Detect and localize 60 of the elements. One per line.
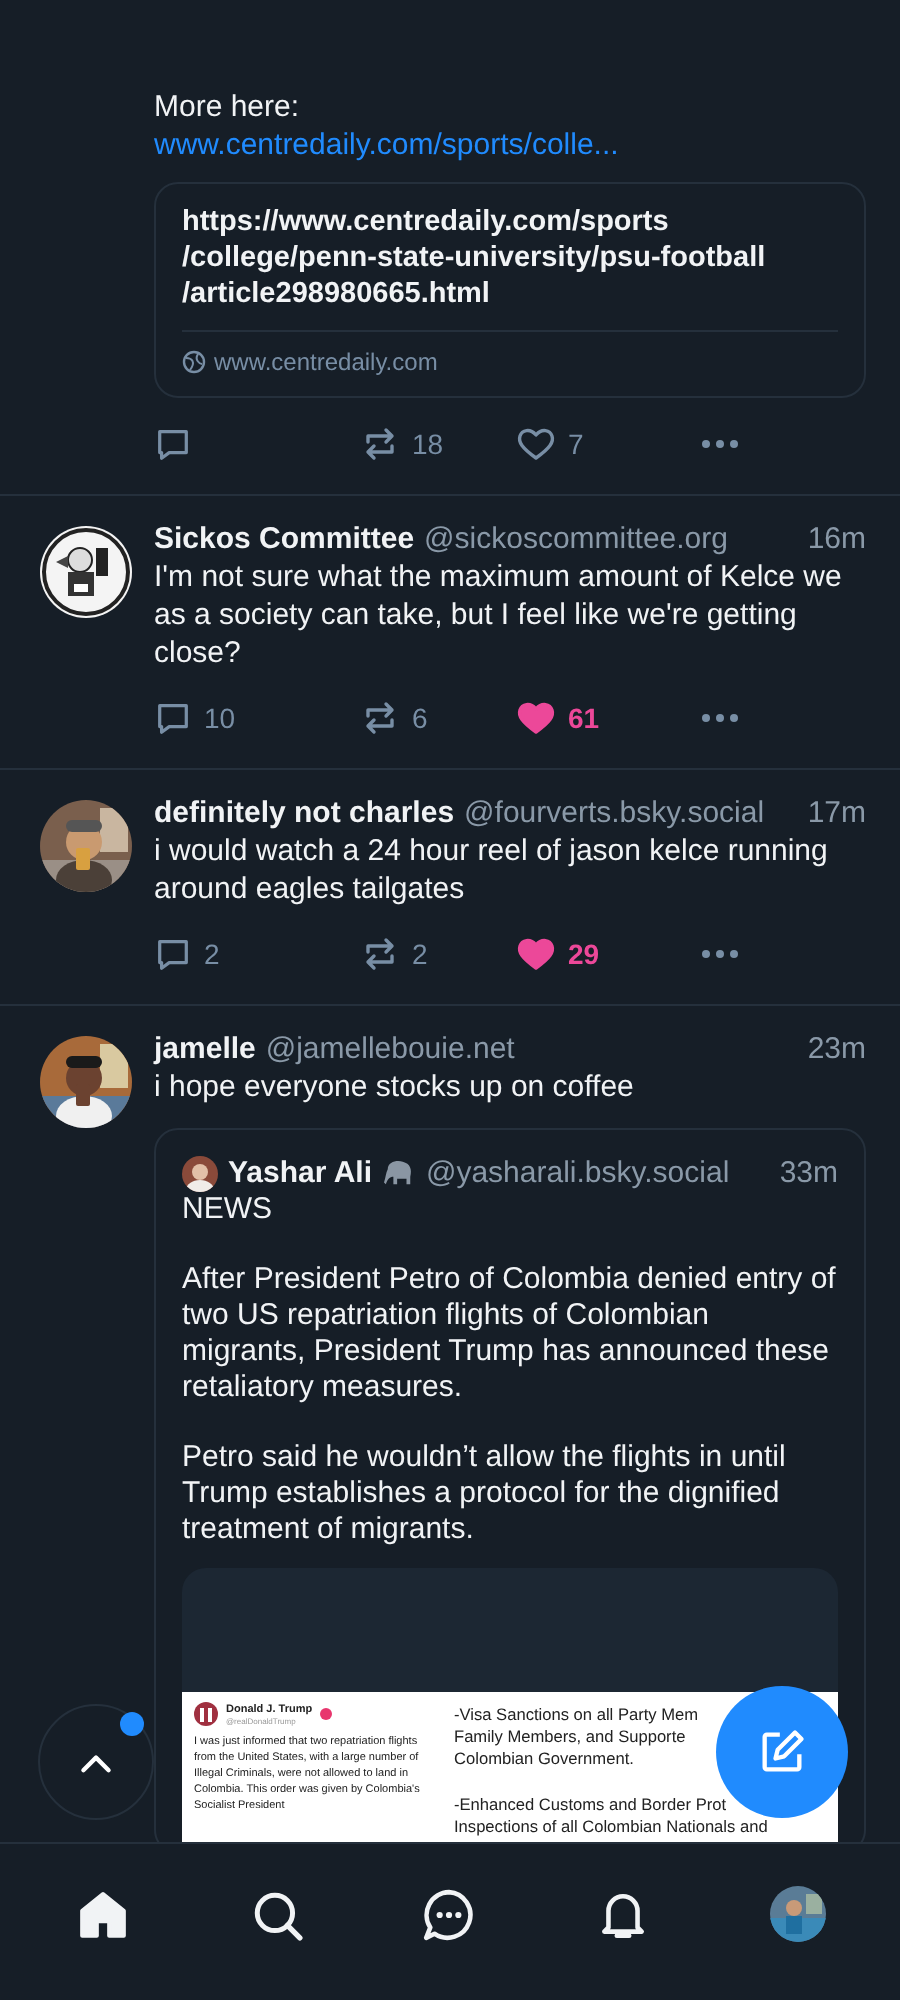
globe-icon [182, 350, 206, 374]
author-name[interactable]: jamelle [154, 1030, 256, 1068]
author-handle[interactable]: @sickoscommittee.org [424, 520, 728, 558]
link-title: /college/penn-state-university/psu-football [182, 240, 768, 276]
home-icon[interactable] [75, 1887, 130, 1941]
post-text: i hope everyone stocks up on coffee [154, 1068, 636, 1106]
post-text: Petro said he wouldn’t allow the flights in until Trump establishes a protocol for the dignified treatment of migrants. [182, 1440, 788, 1548]
verified-icon [320, 1708, 333, 1720]
image-text: -Enhanced Customs and Border Prot [454, 1794, 729, 1816]
link-card[interactable]: https://www.centredaily.com/sports /college/penn-state-university/psu-football /article298980665.html www.centredaily.com [154, 182, 866, 398]
quoted-post[interactable] [154, 1128, 866, 1842]
author-handle[interactable]: @fourverts.bsky.social [464, 794, 765, 832]
author-handle[interactable]: @yasharali.bsky.social [425, 1154, 730, 1192]
reply-icon[interactable] [154, 425, 192, 463]
more-icon[interactable] [700, 438, 740, 450]
embedded-image[interactable] [182, 1568, 838, 1842]
post-text: NEWS [182, 1192, 274, 1228]
post-time[interactable]: 17m [807, 794, 866, 832]
reply-icon[interactable] [154, 699, 192, 737]
repost-count: 18 [412, 428, 444, 460]
repost-icon[interactable] [360, 424, 400, 464]
post-text: More here: [154, 88, 302, 126]
chevron-up-icon [78, 1751, 114, 1773]
author-name[interactable]: Sickos Committee [154, 520, 415, 558]
image-text: -Visa Sanctions on all Party Mem [454, 1704, 701, 1726]
reply-count: 10 [204, 702, 236, 734]
more-icon[interactable] [700, 712, 740, 724]
post-text: i would watch a 24 hour reel of jason kelce running around eagles tailgates [154, 832, 830, 908]
post-text: I'm not sure what the maximum amount of Kelce we as a society can take, but I feel like we're getting close? [154, 558, 844, 672]
post-text: After President Petro of Colombia denied entry of two US repatriation flights of Colombian migrants, President Trump has announced these retaliatory measures. [182, 1262, 838, 1406]
like-count: 61 [568, 702, 600, 734]
repost-count: 2 [412, 938, 428, 970]
author-handle[interactable]: @jamellebouie.net [265, 1030, 515, 1068]
heart-icon[interactable] [516, 698, 556, 738]
link-title: https://www.centredaily.com/sports [182, 204, 671, 240]
repost-count: 6 [412, 702, 428, 734]
heart-icon[interactable] [516, 424, 556, 464]
link-title: /article298980665.html [182, 276, 492, 312]
author-name[interactable]: definitely not charles [154, 794, 455, 832]
post-time[interactable]: 33m [779, 1154, 838, 1192]
reply-count: 2 [204, 938, 220, 970]
repost-icon[interactable] [360, 698, 400, 738]
search-icon[interactable] [249, 1887, 304, 1941]
heart-icon[interactable] [516, 934, 556, 974]
more-icon[interactable] [700, 948, 740, 960]
reply-icon[interactable] [154, 935, 192, 973]
image-text: Family Members, and Supporte [454, 1726, 688, 1748]
chat-icon[interactable] [422, 1887, 477, 1941]
author-name[interactable]: Yashar Ali [228, 1154, 372, 1192]
like-count: 7 [568, 428, 584, 460]
image-text: Inspections of all Colombian Nationals and [454, 1816, 768, 1838]
post-time[interactable]: 23m [807, 1030, 866, 1068]
image-text: Colombian Government. [454, 1748, 636, 1770]
avatar-icon [194, 1702, 218, 1726]
repost-icon[interactable] [360, 934, 400, 974]
post-time[interactable]: 16m [807, 520, 866, 558]
link-domain: www.centredaily.com [214, 348, 438, 376]
elephant-icon [381, 1158, 416, 1188]
post-link[interactable]: www.centredaily.com/sports/colle... [154, 126, 866, 164]
like-count: 29 [568, 938, 600, 970]
